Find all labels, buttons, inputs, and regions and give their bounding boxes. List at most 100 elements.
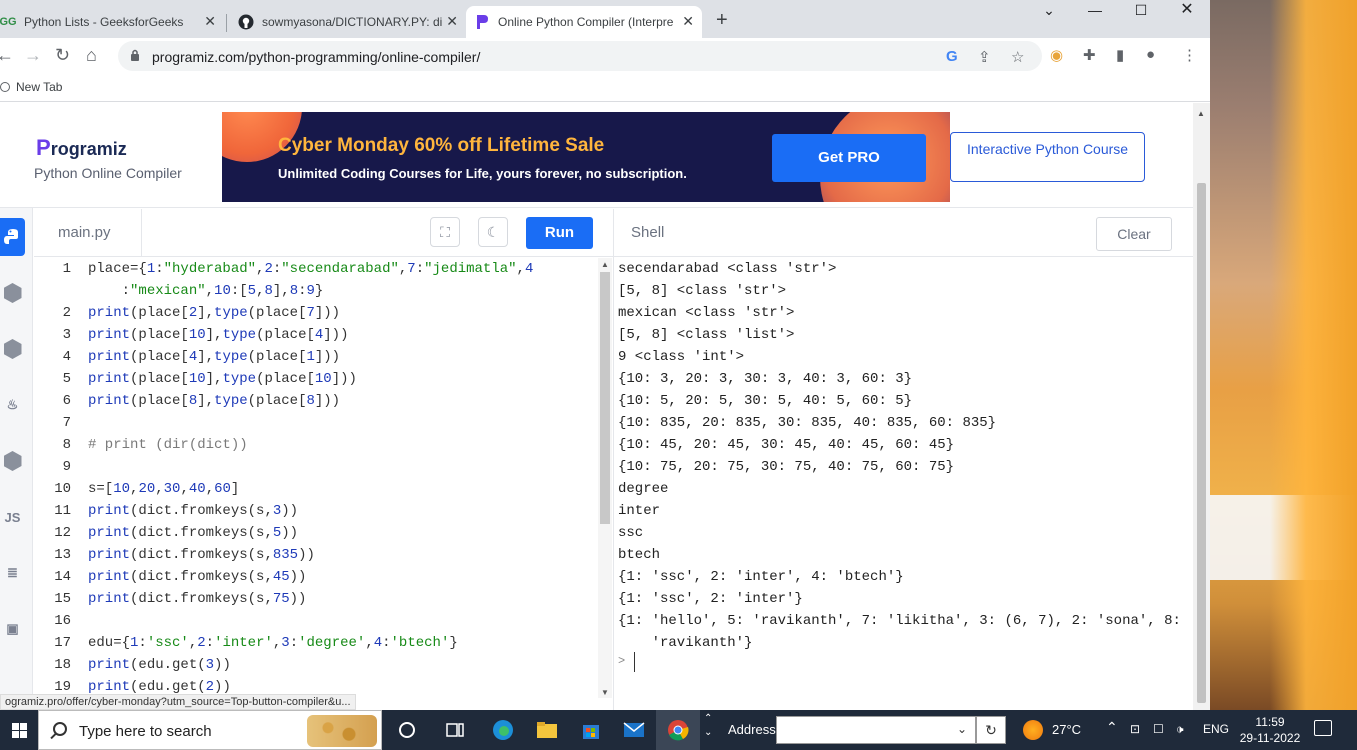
dark-mode-moon-icon[interactable]: ☾: [478, 217, 508, 247]
pane-divider[interactable]: [613, 209, 614, 710]
onedrive-icon[interactable]: ⊡: [1130, 722, 1140, 736]
volume-icon[interactable]: 🕩: [1176, 722, 1184, 737]
banner-subtitle: Unlimited Coding Courses for Life, yours…: [278, 166, 687, 181]
globe-icon: [0, 82, 10, 92]
tab-geeksforgeeks[interactable]: GG Python Lists - GeeksforGeeks ✕: [0, 6, 224, 38]
window-close-button[interactable]: ✕: [1164, 0, 1210, 20]
search-icon: [53, 722, 67, 736]
clock-date: 29-11-2022: [1239, 731, 1301, 745]
weather-sun-icon[interactable]: [1023, 720, 1043, 740]
tab-github[interactable]: sowmyasona/DICTIONARY.PY: di ✕: [230, 6, 466, 38]
line-number: 13: [54, 547, 71, 563]
file-explorer-icon[interactable]: [534, 718, 560, 742]
weather-temperature[interactable]: 27°C: [1052, 722, 1081, 737]
shell-output-line: {10: 45, 20: 45, 30: 45, 40: 45, 60: 45}: [618, 437, 955, 453]
python-language-icon[interactable]: [0, 218, 25, 256]
java-language-icon[interactable]: ♨: [0, 386, 25, 424]
tab-strip: GG Python Lists - GeeksforGeeks ✕ sowmya…: [0, 0, 1210, 38]
address-bar[interactable]: programiz.com/python-programming/online-…: [118, 41, 1042, 71]
share-icon[interactable]: ⇪: [978, 48, 991, 66]
html-icon[interactable]: ▣: [0, 610, 25, 648]
page-scrollbar[interactable]: ▲: [1193, 103, 1210, 710]
close-icon[interactable]: ✕: [204, 13, 216, 30]
shell-title: Shell: [631, 224, 665, 241]
javascript-language-icon[interactable]: JS: [0, 498, 25, 536]
database-icon[interactable]: ≣: [0, 554, 25, 592]
windows-start-icon[interactable]: [0, 710, 38, 750]
chevron-down-icon[interactable]: ⌄: [1026, 0, 1072, 20]
line-number: 10: [54, 481, 71, 497]
shell-output-line: {10: 835, 20: 835, 30: 835, 40: 835, 60:…: [618, 415, 997, 431]
code-text: print(place[10],type(place[10])): [88, 371, 357, 387]
address-toolbar-input[interactable]: ⌄: [776, 716, 976, 744]
r-language-icon[interactable]: [0, 274, 25, 312]
edge-icon[interactable]: [490, 718, 516, 742]
interactive-course-button[interactable]: Interactive Python Course: [950, 132, 1145, 182]
taskbar-clock[interactable]: 11:59 29-11-2022: [1232, 714, 1308, 746]
url-text: programiz.com/python-programming/online-…: [152, 49, 481, 65]
back-arrow-icon[interactable]: ←: [0, 45, 14, 66]
text-cursor: [634, 652, 635, 672]
line-number: 5: [62, 371, 71, 387]
taskbar-search-box[interactable]: Type here to search: [38, 710, 382, 750]
c-language-icon[interactable]: [0, 330, 25, 368]
editor-scrollbar[interactable]: ▲ ▼: [598, 258, 612, 698]
minimize-button[interactable]: —: [1072, 0, 1118, 20]
notification-icon[interactable]: [1314, 720, 1332, 736]
language-indicator[interactable]: ENG: [1203, 722, 1229, 736]
home-icon[interactable]: ⌂: [86, 45, 97, 66]
network-icon[interactable]: ☐: [1153, 722, 1164, 736]
microsoft-store-icon[interactable]: [578, 718, 604, 742]
chevron-down-icon[interactable]: ⌄: [957, 722, 967, 736]
shell-output[interactable]: > secendarabad <class 'str'> [5, 8] <clas…: [618, 258, 1190, 698]
forward-arrow-icon[interactable]: →: [24, 45, 42, 66]
line-number: 15: [54, 591, 71, 607]
cpp-language-icon[interactable]: [0, 442, 25, 480]
code-text: print(dict.fromkeys(s,75)): [88, 591, 307, 607]
extension-icon[interactable]: ◉: [1050, 46, 1063, 64]
reload-icon[interactable]: ↻: [55, 45, 70, 66]
fullscreen-icon[interactable]: ⛶: [430, 217, 460, 247]
close-icon[interactable]: ✕: [446, 13, 458, 30]
toolbar-scroll-arrows[interactable]: ⌃ ⌄: [704, 712, 712, 740]
bookmark-star-icon[interactable]: ☆: [1011, 48, 1024, 66]
shell-output-line: secendarabad <class 'str'>: [618, 261, 837, 277]
run-button[interactable]: Run: [526, 217, 593, 249]
promo-banner[interactable]: Cyber Monday 60% off Lifetime Sale Unlim…: [222, 112, 950, 202]
maximize-button[interactable]: ☐: [1118, 0, 1164, 20]
line-number: 1: [62, 261, 71, 277]
code-text: print(dict.fromkeys(s,5)): [88, 525, 299, 541]
close-icon[interactable]: ✕: [682, 13, 694, 30]
programiz-logo[interactable]: Programiz: [36, 135, 127, 161]
shell-toolbar: Shell Clear: [614, 209, 1193, 257]
line-number: 2: [62, 305, 71, 321]
code-text: print(place[4],type(place[1])): [88, 349, 341, 365]
profile-icon[interactable]: ●: [1146, 46, 1155, 63]
line-number: 18: [54, 657, 71, 673]
google-icon[interactable]: G: [946, 48, 958, 65]
line-number: 9: [62, 459, 71, 475]
chrome-icon[interactable]: [665, 718, 691, 742]
new-tab-button[interactable]: +: [716, 9, 728, 32]
menu-icon[interactable]: ⋮: [1182, 46, 1197, 64]
bookmark-new-tab[interactable]: New Tab: [0, 80, 62, 94]
shell-prompt: >: [618, 654, 626, 668]
address-go-icon[interactable]: ↻: [976, 716, 1006, 744]
line-number: 12: [54, 525, 71, 541]
code-text: :"mexican",10:[5,8],8:9}: [88, 283, 324, 299]
cortana-icon[interactable]: [394, 718, 420, 742]
file-tab-main-py[interactable]: main.py: [34, 209, 142, 256]
get-pro-button[interactable]: Get PRO: [772, 134, 926, 182]
sidepanel-icon[interactable]: ▮: [1116, 46, 1124, 64]
mail-icon[interactable]: [621, 718, 647, 742]
shell-output-line: {1: 'ssc', 2: 'inter', 4: 'btech'}: [618, 569, 904, 585]
shell-output-line: degree: [618, 481, 669, 497]
chevron-up-icon[interactable]: ⌃: [1106, 719, 1118, 736]
puzzle-icon[interactable]: ✚: [1083, 46, 1096, 64]
clear-button[interactable]: Clear: [1096, 217, 1172, 251]
tab-programiz[interactable]: Online Python Compiler (Interpre ✕: [466, 6, 702, 38]
page-content: Programiz Python Online Compiler Cyber M…: [0, 103, 1193, 710]
code-editor[interactable]: 1 place={1:"hyderabad",2:"secendarabad",7…: [34, 258, 598, 698]
task-view-icon[interactable]: [442, 718, 468, 742]
shell-output-line: [5, 8] <class 'list'>: [618, 327, 795, 343]
